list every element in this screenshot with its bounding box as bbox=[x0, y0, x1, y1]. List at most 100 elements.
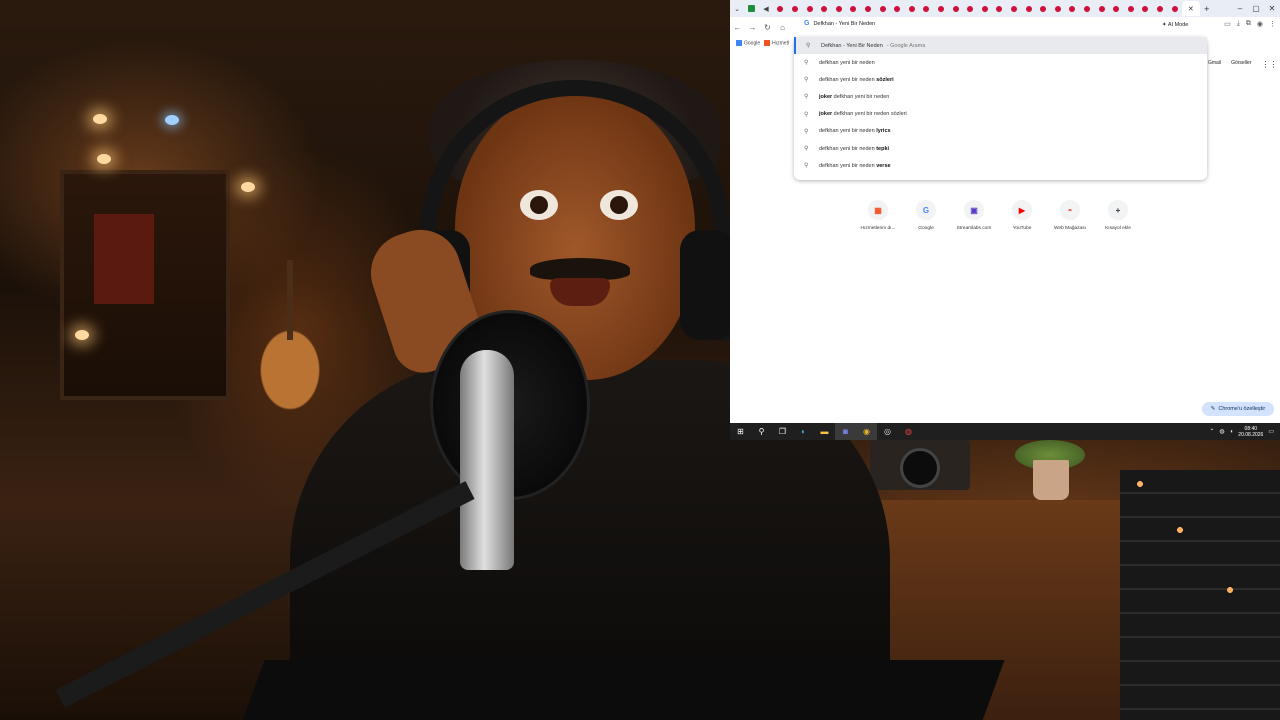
tab-youtube[interactable] bbox=[890, 2, 905, 16]
shortcut-label: Streamlabs.com bbox=[956, 226, 992, 231]
shortcut-tile[interactable]: ▣ Streamlabs.com bbox=[956, 200, 992, 231]
youtube-icon bbox=[996, 5, 1003, 12]
taskview-icon[interactable]: ❐ bbox=[772, 423, 793, 440]
tab-youtube[interactable] bbox=[978, 2, 993, 16]
start-icon[interactable]: ⊞ bbox=[730, 423, 751, 440]
tab-youtube[interactable] bbox=[1007, 2, 1022, 16]
omnibox[interactable]: G Defkhan - Yeni Bir Neden bbox=[804, 20, 875, 27]
google-g-icon: G bbox=[804, 20, 810, 27]
bookmark-item[interactable]: Hızmetl bbox=[764, 40, 789, 47]
maximize-icon[interactable]: ▢ bbox=[1248, 4, 1264, 13]
suggestion-item[interactable]: ⚲ defkhan yeni bir neden sözleri bbox=[794, 71, 1207, 88]
tab-youtube[interactable] bbox=[934, 2, 949, 16]
tab-youtube[interactable] bbox=[773, 2, 788, 16]
omnibox-text[interactable]: Defkhan - Yeni Bir Neden bbox=[813, 21, 875, 27]
chevron-up-icon[interactable]: ⌃ bbox=[1209, 428, 1214, 435]
tab-youtube[interactable] bbox=[919, 2, 934, 16]
minimize-icon[interactable]: – bbox=[1232, 4, 1248, 13]
shortcut-tile[interactable]: ◓ Web Mağazası bbox=[1052, 200, 1088, 231]
tab-youtube[interactable] bbox=[1094, 2, 1109, 16]
network-icon[interactable]: ◍ bbox=[1219, 428, 1224, 435]
tab-youtube[interactable] bbox=[788, 2, 803, 16]
home-icon[interactable]: ⌂ bbox=[775, 23, 790, 32]
downloads-icon[interactable]: ⤓ bbox=[1237, 20, 1240, 28]
gmail-link[interactable]: Gmail bbox=[1208, 60, 1221, 69]
youtube-icon bbox=[1010, 5, 1017, 12]
clock[interactable]: 08:40 20.08.2026 bbox=[1238, 426, 1263, 438]
tab-youtube[interactable] bbox=[846, 2, 861, 16]
close-window-icon[interactable]: ✕ bbox=[1264, 4, 1280, 13]
tab-youtube[interactable] bbox=[832, 2, 847, 16]
apps-grid-icon[interactable]: ⋮⋮ bbox=[1261, 60, 1277, 69]
tab-youtube[interactable] bbox=[1065, 2, 1080, 16]
discord-icon[interactable]: ◙ bbox=[835, 423, 856, 440]
youtube-icon bbox=[1113, 5, 1120, 12]
tab-youtube[interactable] bbox=[1109, 2, 1124, 16]
tab-youtube[interactable] bbox=[817, 2, 832, 16]
suggestion-item[interactable]: ⚲ defkhan yeni bir neden bbox=[794, 54, 1207, 71]
shortcut-tile[interactable]: + Kısayol ekle bbox=[1100, 200, 1136, 231]
tab-youtube[interactable] bbox=[948, 2, 963, 16]
menu-icon[interactable]: ⋮ bbox=[1269, 20, 1276, 28]
search-icon[interactable]: ⚲ bbox=[751, 423, 772, 440]
suggestion-item[interactable]: ⚲ joker defkhan yeni bir neden sözleri bbox=[794, 106, 1207, 123]
suggestion-item[interactable]: ⚲ defkhan yeni bir neden verse bbox=[794, 157, 1207, 174]
tab-youtube[interactable] bbox=[1036, 2, 1051, 16]
tab-youtube[interactable] bbox=[1021, 2, 1036, 16]
chrome-icon[interactable]: ◉ bbox=[856, 423, 877, 440]
tab-youtube[interactable] bbox=[992, 2, 1007, 16]
profile-icon[interactable]: ◉ bbox=[1257, 20, 1263, 28]
youtube-icon bbox=[865, 5, 872, 12]
shortcut-tile[interactable]: ▶ YouTube bbox=[1004, 200, 1040, 231]
customize-label: Chrome'u özelleştir bbox=[1218, 406, 1266, 412]
youtube-icon bbox=[1054, 5, 1061, 12]
youtube-icon bbox=[1025, 5, 1032, 12]
ai-mode-button[interactable]: ✦ AI Mode bbox=[1162, 22, 1188, 28]
tab-youtube[interactable] bbox=[1153, 2, 1168, 16]
tab-youtube[interactable] bbox=[861, 2, 876, 16]
new-tab-button[interactable]: + bbox=[1200, 4, 1214, 14]
tab-sheets[interactable] bbox=[744, 2, 759, 16]
youtube-icon bbox=[967, 5, 974, 12]
shortcut-label: Web Mağazası bbox=[1054, 226, 1086, 231]
forward-icon[interactable]: → bbox=[745, 23, 760, 32]
app-icon[interactable]: ◍ bbox=[898, 423, 919, 440]
shortcut-tile[interactable]: ▦ Hızmetlerim dı... bbox=[860, 200, 896, 231]
tab-youtube[interactable] bbox=[1080, 2, 1095, 16]
explorer-icon[interactable]: ▬ bbox=[814, 423, 835, 440]
tab-groups-icon[interactable]: ▭ bbox=[1224, 20, 1231, 28]
back-icon[interactable]: ← bbox=[730, 23, 745, 32]
shortcut-tile[interactable]: G Google bbox=[908, 200, 944, 231]
ceiling-light bbox=[97, 154, 111, 164]
youtube-icon bbox=[1083, 5, 1090, 12]
extensions-icon[interactable]: ⧉ bbox=[1246, 20, 1251, 28]
images-link[interactable]: Görseller bbox=[1231, 60, 1251, 69]
tab-youtube[interactable] bbox=[802, 2, 817, 16]
youtube-icon bbox=[806, 5, 813, 12]
tab-search-icon[interactable]: ⌄ bbox=[730, 5, 744, 13]
omnibox-suggestions: ⚲ Defkhan - Yeni Bir Neden - Google Arama ⚲… bbox=[794, 37, 1207, 180]
suggestion-item[interactable]: ⚲ defkhan yeni bir neden lyrics bbox=[794, 123, 1207, 140]
tab-audio[interactable]: ◀ bbox=[759, 2, 774, 16]
obs-icon[interactable]: ◎ bbox=[877, 423, 898, 440]
tab-youtube[interactable] bbox=[1050, 2, 1065, 16]
tab-youtube[interactable] bbox=[1167, 2, 1182, 16]
suggestion-item[interactable]: ⚲ joker defkhan yeni bir neden bbox=[794, 88, 1207, 105]
reload-icon[interactable]: ↻ bbox=[760, 23, 775, 32]
tab-youtube[interactable] bbox=[963, 2, 978, 16]
edge-icon[interactable]: ◐ bbox=[793, 423, 814, 440]
suggestion-item[interactable]: ⚲ defkhan yeni bir neden tepki bbox=[794, 140, 1207, 157]
suggestion-text: joker defkhan yeni bir neden bbox=[819, 93, 890, 100]
suggestion-item[interactable]: ⚲ Defkhan - Yeni Bir Neden - Google Arama bbox=[794, 37, 1207, 54]
bookmark-item[interactable]: Google bbox=[736, 40, 760, 47]
volume-icon[interactable]: ◖ bbox=[1230, 429, 1234, 435]
customize-chrome-button[interactable]: ✎ Chrome'u özelleştir bbox=[1202, 402, 1274, 416]
tab-youtube[interactable] bbox=[905, 2, 920, 16]
tab-youtube[interactable] bbox=[1123, 2, 1138, 16]
tab-active[interactable]: ✕ bbox=[1181, 1, 1200, 16]
notifications-icon[interactable]: ▭ bbox=[1268, 428, 1274, 435]
tab-youtube[interactable] bbox=[1138, 2, 1153, 16]
shortcut-label: YouTube bbox=[1012, 226, 1032, 231]
close-tab-icon[interactable]: ✕ bbox=[1188, 5, 1194, 13]
tab-youtube[interactable] bbox=[875, 2, 890, 16]
